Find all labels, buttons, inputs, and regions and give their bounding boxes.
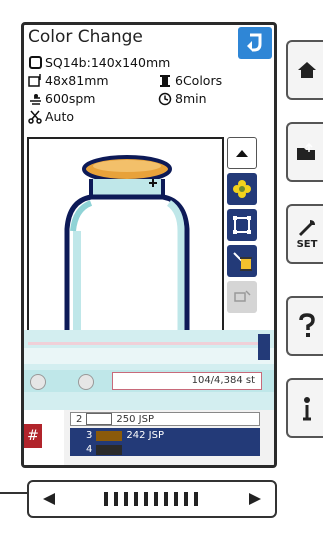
embroidery-jar-image — [64, 155, 190, 350]
thread-spool-icon — [233, 252, 252, 271]
thread-tab[interactable]: # — [24, 424, 42, 448]
next-page-button[interactable] — [247, 492, 263, 506]
design-preview[interactable] — [27, 137, 224, 352]
thread-swatch — [96, 430, 123, 441]
thread-swatch — [96, 444, 123, 455]
scissors-icon — [28, 110, 42, 124]
back-button[interactable] — [238, 27, 272, 59]
thread-color-button[interactable] — [227, 245, 257, 277]
time-label: 8min — [175, 91, 207, 106]
page-indicator-icon — [104, 492, 198, 506]
frame-corners-icon — [233, 216, 251, 234]
home-button[interactable] — [286, 40, 323, 100]
question-mark-icon — [299, 313, 315, 337]
info-icon — [303, 397, 311, 421]
help-button[interactable] — [286, 296, 323, 356]
move-icon — [234, 290, 251, 302]
speed-label: 600spm — [45, 91, 96, 106]
speed-info: 600spm — [28, 91, 95, 106]
prev-page-button[interactable] — [41, 492, 57, 506]
hoop-info: SQ14b:140x140mm — [28, 55, 170, 70]
move-button[interactable] — [227, 281, 257, 313]
size-icon — [28, 73, 42, 88]
color-change-panel: Color Change SQ14b:140x140mm 48x81mm 6Co… — [21, 22, 277, 468]
thread-swatch — [86, 413, 113, 425]
scroll-up-button[interactable] — [227, 137, 257, 169]
flower-icon — [233, 180, 251, 198]
hoop-icon — [28, 56, 42, 70]
hoop-label: SQ14b:140x140mm — [45, 55, 171, 70]
thread-list: # 2 250 JSP 3 242 JSP 4 — [24, 410, 274, 465]
minus-button-2[interactable] — [78, 374, 94, 390]
info-button[interactable] — [286, 378, 323, 438]
stitch-counter: 104/4,384 st — [112, 372, 262, 390]
time-info: 8min — [158, 91, 207, 106]
thread-row-2[interactable]: 2 250 JSP — [76, 413, 154, 425]
trial-stitch-button[interactable] — [227, 209, 257, 241]
triangle-up-icon — [236, 150, 248, 157]
spool-icon — [158, 74, 172, 88]
cut-info: Auto — [28, 109, 74, 124]
back-arrow-icon — [247, 33, 262, 52]
thread-number: 2 — [76, 413, 83, 425]
file-export-icon — [297, 142, 315, 160]
clock-icon — [158, 92, 172, 106]
page-bar — [27, 480, 277, 518]
thread-number: 3 — [86, 430, 93, 441]
set-label: SET — [296, 239, 318, 250]
size-label: 48x81mm — [45, 73, 109, 88]
cut-label: Auto — [45, 109, 75, 124]
size-info: 48x81mm — [28, 73, 109, 88]
thread-code: 242 JSP — [126, 430, 164, 441]
thread-row-4[interactable]: 4 — [86, 444, 126, 455]
colors-info: 6Colors — [158, 73, 222, 88]
thread-code: 250 JSP — [116, 413, 154, 425]
thread-row-3[interactable]: 3 242 JSP — [86, 430, 164, 441]
pointer-line — [0, 492, 27, 494]
colors-label: 6Colors — [175, 73, 223, 88]
file-button[interactable] — [286, 122, 323, 182]
speed-icon — [28, 92, 42, 106]
home-icon — [298, 62, 316, 78]
wrench-icon — [299, 220, 315, 236]
minus-button[interactable] — [30, 374, 46, 390]
color-sort-button[interactable] — [227, 173, 257, 205]
right-rail: SET — [286, 22, 323, 472]
thread-number: 4 — [86, 444, 93, 455]
page-title: Color Change — [28, 27, 143, 47]
settings-button[interactable]: SET — [286, 204, 323, 264]
